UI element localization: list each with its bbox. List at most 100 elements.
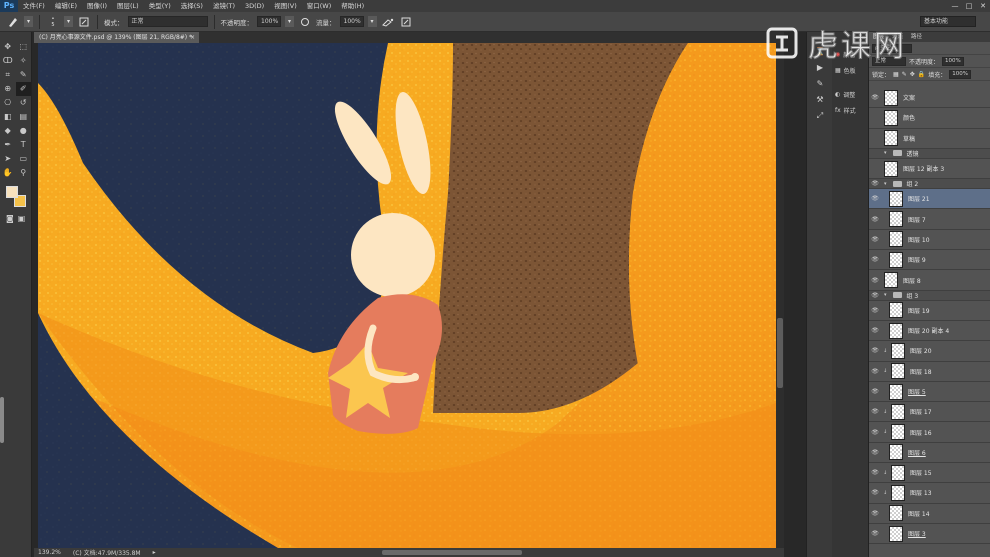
brush-tool-icon[interactable]: ✐ [15,82,31,96]
layer-row[interactable]: 👁 草稿 [869,128,990,149]
airbrush-icon[interactable] [381,15,395,29]
layer-thumbnail[interactable] [891,403,905,420]
visibility-eye-icon[interactable]: 👁 [869,327,881,334]
layer-row[interactable]: 👁 图层 9 [869,250,990,271]
adjustments-panel-tab[interactable]: ◐ 调整 [832,86,868,102]
quick-mask-icon[interactable]: ◙ [6,214,14,223]
layer-row[interactable]: 👁 图层 14 [869,503,990,524]
gradient-tool-icon[interactable]: ▤ [16,110,32,124]
layer-thumbnail[interactable] [889,211,903,228]
navigator-icon[interactable]: ⤢ [807,108,833,124]
layer-thumbnail[interactable] [889,190,903,207]
layer-thumbnail[interactable] [889,525,903,542]
magic-wand-tool-icon[interactable]: ✧ [16,54,32,68]
layer-row[interactable]: 👁 图层 10 [869,229,990,251]
close-tab-icon[interactable]: × [190,32,195,43]
menu-item-8[interactable]: 视图(V) [269,0,302,12]
visibility-eye-icon[interactable]: 👁 [869,277,881,284]
layer-row[interactable]: 👁 图层 20 副本 4 [869,320,990,342]
vertical-scrollbar[interactable] [776,43,784,548]
layer-row[interactable]: 👁 ↓ 图层 17 [869,402,990,423]
layer-row[interactable]: 👁 ↓ 图层 20 [869,341,990,362]
zoom-level[interactable]: 139.2% [38,549,61,556]
brush-presets-icon[interactable]: ✎ [807,76,833,92]
layer-row[interactable]: 👁 图层 3 [869,523,990,545]
zoom-tool-icon[interactable]: ⚲ [16,166,32,180]
layer-row[interactable]: 👁 图层 19 [869,300,990,321]
tool-preset-dropdown-icon[interactable]: ▾ [24,16,33,27]
visibility-eye-icon[interactable]: 👁 [869,429,881,436]
brush-size-dropdown-icon[interactable]: ▾ [64,16,73,27]
history-brush-tool-icon[interactable]: ↺ [16,96,32,110]
visibility-eye-icon[interactable]: 👁 [869,368,881,375]
group-expand-icon[interactable]: ▾ [884,181,887,187]
layer-thumbnail[interactable] [889,251,903,268]
status-menu-icon[interactable]: ▸ [153,549,156,556]
visibility-eye-icon[interactable]: 👁 [869,135,881,142]
visibility-eye-icon[interactable]: 👁 [869,510,881,517]
hand-tool-icon[interactable]: ✋ [0,166,16,180]
layer-thumbnail[interactable] [891,464,905,481]
group-expand-icon[interactable]: ▾ [884,292,887,298]
lasso-tool-icon[interactable]: ↀ [0,54,16,68]
clone-stamp-tool-icon[interactable]: ⎔ [0,96,16,110]
lock-transparent-icon[interactable]: ▦ [893,71,899,78]
menu-item-7[interactable]: 3D(D) [240,0,269,12]
layer-thumbnail[interactable] [889,322,903,339]
lock-position-icon[interactable]: ✥ [910,71,915,78]
layer-thumbnail[interactable] [889,302,903,319]
layer-thumbnail[interactable] [884,109,898,126]
layer-row[interactable]: 👁 ↓ 图层 15 [869,463,990,484]
visibility-eye-icon[interactable]: 👁 [869,307,881,314]
menu-item-4[interactable]: 类型(Y) [144,0,176,12]
visibility-eye-icon[interactable]: 👁 [869,347,881,354]
menu-item-5[interactable]: 选择(S) [176,0,208,12]
panel-handle[interactable] [0,397,4,443]
layer-thumbnail[interactable] [884,272,898,289]
pressure-size-icon[interactable] [399,15,413,29]
layer-thumbnail[interactable] [889,383,903,400]
menu-item-3[interactable]: 图层(L) [112,0,144,12]
visibility-eye-icon[interactable]: 👁 [869,469,881,476]
flow-input[interactable]: 100% [339,16,364,27]
visibility-eye-icon[interactable]: 👁 [869,388,881,395]
layer-group-row[interactable]: 👁▾ 透镜 [869,148,990,159]
lock-all-icon[interactable]: 🔒 [918,71,925,78]
layer-row[interactable]: 👁 图层 12 副本 3 [869,158,990,180]
close-button[interactable]: ✕ [976,0,990,12]
layer-thumbnail[interactable] [884,160,898,177]
layer-row[interactable]: 👁 图层 5 [869,381,990,403]
menu-item-10[interactable]: 帮助(H) [336,0,369,12]
layer-row[interactable]: 👁 文案 [869,88,990,109]
minimize-button[interactable]: — [948,0,962,12]
layer-thumbnail[interactable] [891,342,905,359]
menu-item-9[interactable]: 窗口(W) [302,0,337,12]
lock-image-icon[interactable]: ✎ [902,71,907,78]
visibility-eye-icon[interactable]: 👁 [869,216,881,223]
visibility-eye-icon[interactable]: 👁 [869,530,881,537]
visibility-eye-icon[interactable]: 👁 [869,236,881,243]
layer-group-row[interactable]: 👁 ▾ 组 2 [869,179,990,190]
layer-thumbnail[interactable] [891,363,905,380]
horizontal-scroll-thumb[interactable] [382,550,522,555]
layer-thumbnail[interactable] [889,505,903,522]
visibility-eye-icon[interactable]: 👁 [869,180,881,187]
layer-thumbnail[interactable] [889,231,903,248]
blend-mode-select[interactable]: 正常 [127,16,208,27]
layer-row[interactable]: 👁 图层 7 [869,209,990,230]
layer-row[interactable]: 👁 图层 21 [869,189,990,210]
visibility-eye-icon[interactable]: 👁 [869,150,881,157]
move-tool-icon[interactable]: ✥ [0,40,16,54]
flow-dropdown-icon[interactable]: ▾ [367,16,377,27]
maximize-button[interactable]: □ [962,0,976,12]
menu-item-0[interactable]: 文件(F) [18,0,50,12]
shape-tool-icon[interactable]: ▭ [16,152,32,166]
screen-mode-icon[interactable]: ▣ [18,214,26,223]
dodge-tool-icon[interactable]: ● [16,124,32,138]
layer-row[interactable]: 👁 颜色 [869,108,990,129]
healing-brush-tool-icon[interactable]: ⊕ [0,82,16,96]
path-selection-tool-icon[interactable]: ➤ [0,152,16,166]
group-expand-icon[interactable]: ▾ [884,150,887,156]
visibility-eye-icon[interactable]: 👁 [869,195,881,202]
visibility-eye-icon[interactable]: 👁 [869,408,881,415]
